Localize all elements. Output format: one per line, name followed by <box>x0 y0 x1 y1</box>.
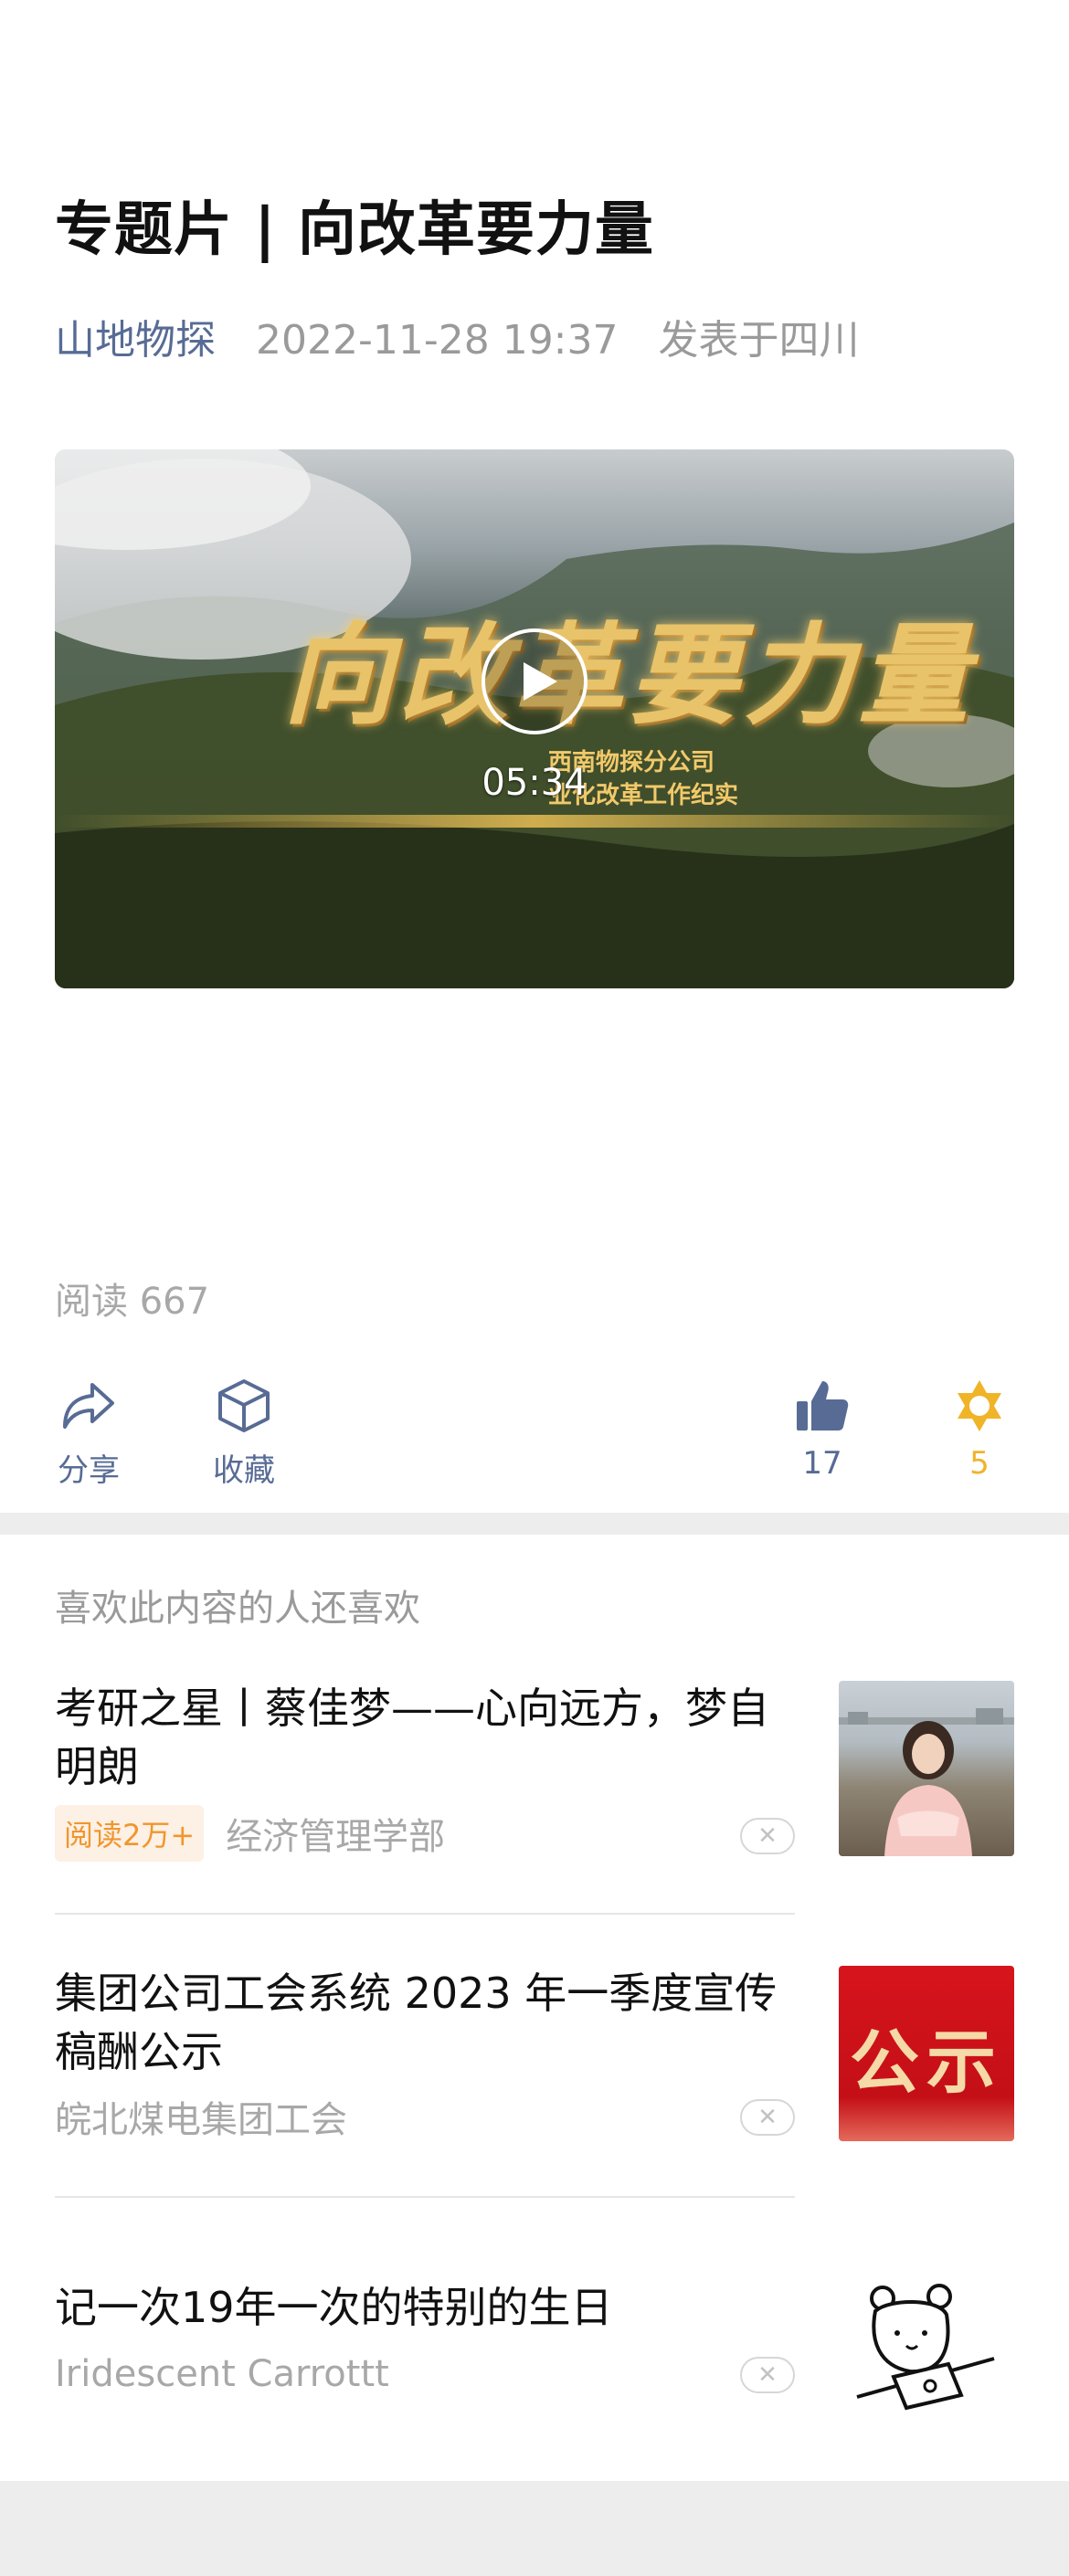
recommend-thumbnail: 公示 <box>839 1966 1014 2141</box>
bottom-bar <box>0 2481 1069 2576</box>
recommend-divider <box>55 1913 795 1915</box>
recommend-item[interactable]: 考研之星丨蔡佳梦——心向远方，梦自明朗 阅读2万+ 经济管理学部 ✕ <box>55 1679 1014 1862</box>
article-meta: 山地物探 2022-11-28 19:37 发表于四川 <box>55 307 860 365</box>
video-light-streak <box>55 815 1014 828</box>
recommend-title: 考研之星丨蔡佳梦——心向远方，梦自明朗 <box>55 1684 769 1791</box>
article-page: 专题片 | 向改革要力量 山地物探 2022-11-28 19:37 发表于四川… <box>0 0 1069 2576</box>
recommend-title: 集团公司工会系统 2023 年一季度宣传稿酬公示 <box>55 1969 778 2076</box>
share-button[interactable]: 分享 <box>48 1378 130 1490</box>
favorite-button[interactable]: 收藏 <box>203 1378 285 1490</box>
close-icon[interactable]: ✕ <box>740 2357 795 2393</box>
article-title: 专题片 | 向改革要力量 <box>55 196 654 264</box>
read-count: 阅读 667 <box>55 1281 210 1323</box>
recommend-meta: Iridescent Carrottt <box>55 2351 389 2395</box>
play-icon <box>524 662 557 701</box>
recommend-title: 记一次19年一次的特别的生日 <box>55 2283 613 2332</box>
recommend-source: 皖北煤电集团工会 <box>55 2099 347 2141</box>
recommend-source: 经济管理学部 <box>226 1816 446 1858</box>
wow-button[interactable]: 5 <box>943 1378 1016 1482</box>
sparkle-icon <box>958 1380 1001 1431</box>
share-arrow-icon <box>63 1383 114 1429</box>
share-label: 分享 <box>58 1452 120 1489</box>
section-separator <box>0 1513 1069 1535</box>
recommend-item[interactable]: 记一次19年一次的特别的生日 Iridescent Carrottt ✕ <box>55 2256 1014 2439</box>
cube-icon <box>218 1379 270 1432</box>
play-button[interactable] <box>482 628 587 734</box>
bear-drawing-image <box>856 2284 995 2411</box>
video-duration: 05:34 <box>482 762 587 804</box>
favorite-label: 收藏 <box>213 1452 275 1489</box>
recommend-source: Iridescent Carrottt <box>55 2353 389 2395</box>
thumbnail-text: 公示 <box>850 2022 1003 2103</box>
thumbs-up-icon <box>797 1381 849 1431</box>
publish-date: 2022-11-28 19:37 <box>256 317 619 364</box>
like-button[interactable]: 17 <box>786 1378 859 1482</box>
wow-count: 5 <box>969 1445 990 1482</box>
publish-location: 发表于四川 <box>658 317 860 364</box>
recommend-meta: 皖北煤电集团工会 <box>55 2090 347 2143</box>
video-player[interactable]: 向改革要力量 西南物探分公司 业化改革工作纪实 05:34 <box>55 449 1014 988</box>
recommend-thumbnail <box>839 1681 1014 1856</box>
video-title-art: 向改革要力量 <box>283 611 974 740</box>
recommend-divider <box>55 2196 795 2198</box>
like-count: 17 <box>802 1445 842 1482</box>
portrait-image <box>839 1708 1014 1856</box>
close-icon[interactable]: ✕ <box>740 1818 795 1854</box>
read-count-badge: 阅读2万+ <box>55 1805 205 1862</box>
recommend-meta: 阅读2万+ 经济管理学部 <box>55 1805 445 1862</box>
close-icon[interactable]: ✕ <box>740 2099 795 2136</box>
recommend-thumbnail <box>839 2258 1014 2433</box>
author-link[interactable]: 山地物探 <box>55 317 216 364</box>
recommend-item[interactable]: 集团公司工会系统 2023 年一季度宣传稿酬公示 皖北煤电集团工会 ✕ 公示 <box>55 1964 1014 2147</box>
recommend-heading: 喜欢此内容的人还喜欢 <box>55 1588 420 1630</box>
